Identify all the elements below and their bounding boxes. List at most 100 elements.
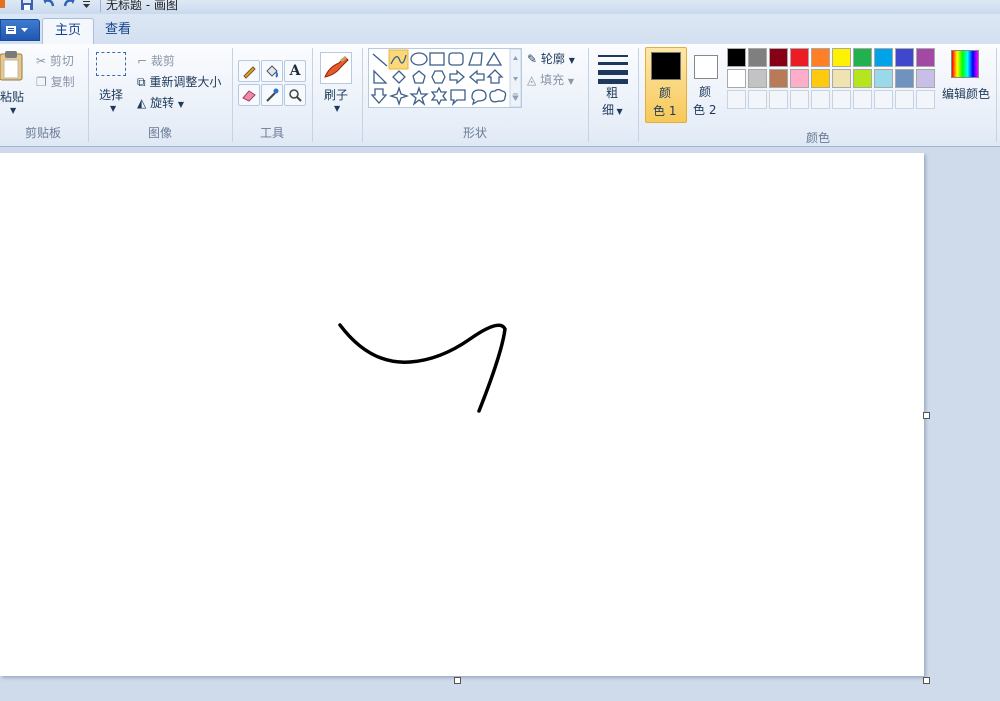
hexagon-shape-icon[interactable]	[431, 70, 446, 84]
color2-button[interactable]: 颜 色 2	[686, 47, 726, 121]
palette-color-swatch[interactable]	[832, 48, 851, 67]
select-label: 选择	[99, 88, 124, 102]
pencil-icon[interactable]	[238, 60, 260, 82]
resize-handle-right[interactable]	[923, 412, 930, 419]
palette-color-swatch[interactable]	[727, 69, 746, 88]
tools-group: A 工具	[234, 46, 310, 144]
crop-button[interactable]: ⌐ 裁剪	[137, 52, 175, 69]
shapes-gallery	[368, 48, 522, 108]
palette-color-swatch[interactable]	[769, 69, 788, 88]
custom-color-slot[interactable]	[853, 90, 872, 109]
rotate-label: 旋转	[150, 96, 175, 110]
color1-button[interactable]: 颜 色 1	[645, 47, 687, 123]
brushes-group[interactable]: 刷子 ▼	[314, 46, 360, 144]
diamond-shape-icon[interactable]	[392, 70, 406, 84]
resize-handle-bottom[interactable]	[454, 677, 461, 684]
left-arrow-shape-icon[interactable]	[469, 69, 485, 85]
palette-color-swatch[interactable]	[853, 69, 872, 88]
palette-color-swatch[interactable]	[727, 48, 746, 67]
copy-button[interactable]: ❐ 复制	[36, 73, 75, 90]
paste-label: 粘贴	[0, 90, 25, 104]
select-button[interactable]: 选择 ▼	[96, 52, 132, 116]
six-point-star-shape-icon[interactable]	[430, 86, 448, 106]
brushes-label: 刷子	[324, 88, 349, 102]
palette-color-swatch[interactable]	[874, 69, 893, 88]
group-divider	[88, 48, 89, 142]
custom-color-slot[interactable]	[874, 90, 893, 109]
palette-color-swatch[interactable]	[748, 48, 767, 67]
edit-colors-button[interactable]: 编辑颜色	[940, 48, 996, 110]
custom-color-slot[interactable]	[748, 90, 767, 109]
drawing-canvas[interactable]	[0, 153, 924, 676]
eraser-icon[interactable]	[238, 84, 260, 106]
palette-color-swatch[interactable]	[811, 48, 830, 67]
pentagon-shape-icon[interactable]	[412, 70, 426, 84]
paste-button[interactable]: 粘贴 ▼	[0, 50, 30, 115]
resize-handle-corner[interactable]	[923, 677, 930, 684]
text-icon[interactable]: A	[284, 60, 306, 82]
size-button[interactable]: 粗 细 ▼	[590, 46, 636, 144]
fill-label: 填充	[540, 73, 565, 87]
custom-color-slot[interactable]	[769, 90, 788, 109]
palette-color-swatch[interactable]	[748, 69, 767, 88]
palette-color-swatch[interactable]	[853, 48, 872, 67]
palette-color-swatch[interactable]	[832, 69, 851, 88]
rotate-button[interactable]: ◭ 旋转 ▼	[137, 94, 184, 111]
tab-home[interactable]: 主页	[42, 18, 95, 45]
oval-shape-icon[interactable]	[410, 52, 428, 66]
fill-icon[interactable]	[261, 60, 283, 82]
right-triangle-shape-icon[interactable]	[373, 69, 388, 84]
down-arrow-shape-icon[interactable]	[370, 88, 388, 104]
fill-button[interactable]: ◬ 填充 ▼	[527, 71, 574, 88]
up-arrow-shape-icon[interactable]	[486, 69, 504, 84]
file-menu-button[interactable]	[0, 19, 40, 41]
rectangle-shape-icon[interactable]	[429, 52, 445, 66]
color-picker-icon[interactable]	[261, 84, 283, 106]
five-point-star-shape-icon[interactable]	[409, 85, 429, 106]
custom-color-slot[interactable]	[916, 90, 935, 109]
custom-color-slot[interactable]	[790, 90, 809, 109]
window-title: 无标题 - 画图	[106, 0, 178, 12]
color1-label-top: 颜	[659, 86, 672, 100]
paint-app-icon[interactable]	[0, 0, 6, 13]
tools-group-label: 工具	[259, 126, 284, 140]
rounded-rectangle-shape-icon[interactable]	[448, 52, 464, 66]
color2-label-bottom: 色 2	[693, 103, 717, 117]
colors-group-label: 颜色	[805, 131, 830, 145]
palette-color-swatch[interactable]	[811, 69, 830, 88]
outline-label: 轮廓	[540, 52, 565, 66]
customize-quick-access-icon[interactable]	[82, 0, 92, 13]
magnifier-icon[interactable]	[284, 84, 306, 106]
triangle-shape-icon[interactable]	[485, 51, 503, 66]
tab-view[interactable]: 查看	[93, 18, 143, 42]
palette-color-swatch[interactable]	[874, 48, 893, 67]
custom-color-slot[interactable]	[895, 90, 914, 109]
rotate-dropdown-arrow: ▼	[177, 100, 185, 109]
custom-color-slot[interactable]	[727, 90, 746, 109]
palette-color-swatch[interactable]	[895, 69, 914, 88]
palette-color-swatch[interactable]	[790, 69, 809, 88]
palette-color-swatch[interactable]	[916, 69, 935, 88]
polygon-shape-icon[interactable]	[468, 52, 483, 66]
resize-label: 重新调整大小	[149, 75, 222, 89]
save-icon[interactable]	[20, 0, 34, 13]
custom-color-slot[interactable]	[832, 90, 851, 109]
rect-callout-shape-icon[interactable]	[450, 89, 466, 107]
custom-color-slot[interactable]	[811, 90, 830, 109]
rotate-icon: ◭	[137, 96, 147, 110]
cloud-callout-shape-icon[interactable]	[489, 88, 507, 103]
copy-icon: ❐	[36, 75, 47, 89]
palette-color-swatch[interactable]	[790, 48, 809, 67]
palette-color-swatch[interactable]	[895, 48, 914, 67]
cut-button[interactable]: ✂ 剪切	[36, 52, 74, 69]
resize-button[interactable]: ⧉ 重新调整大小	[137, 73, 221, 90]
line-shape-icon[interactable]	[372, 53, 388, 67]
redo-icon[interactable]	[62, 0, 76, 13]
undo-icon[interactable]	[42, 0, 56, 13]
right-arrow-shape-icon[interactable]	[449, 69, 465, 85]
palette-color-swatch[interactable]	[916, 48, 935, 67]
four-point-star-shape-icon[interactable]	[388, 85, 410, 107]
palette-color-swatch[interactable]	[769, 48, 788, 67]
oval-callout-shape-icon[interactable]	[471, 89, 487, 106]
outline-button[interactable]: ✎ 轮廓 ▼	[527, 50, 575, 67]
